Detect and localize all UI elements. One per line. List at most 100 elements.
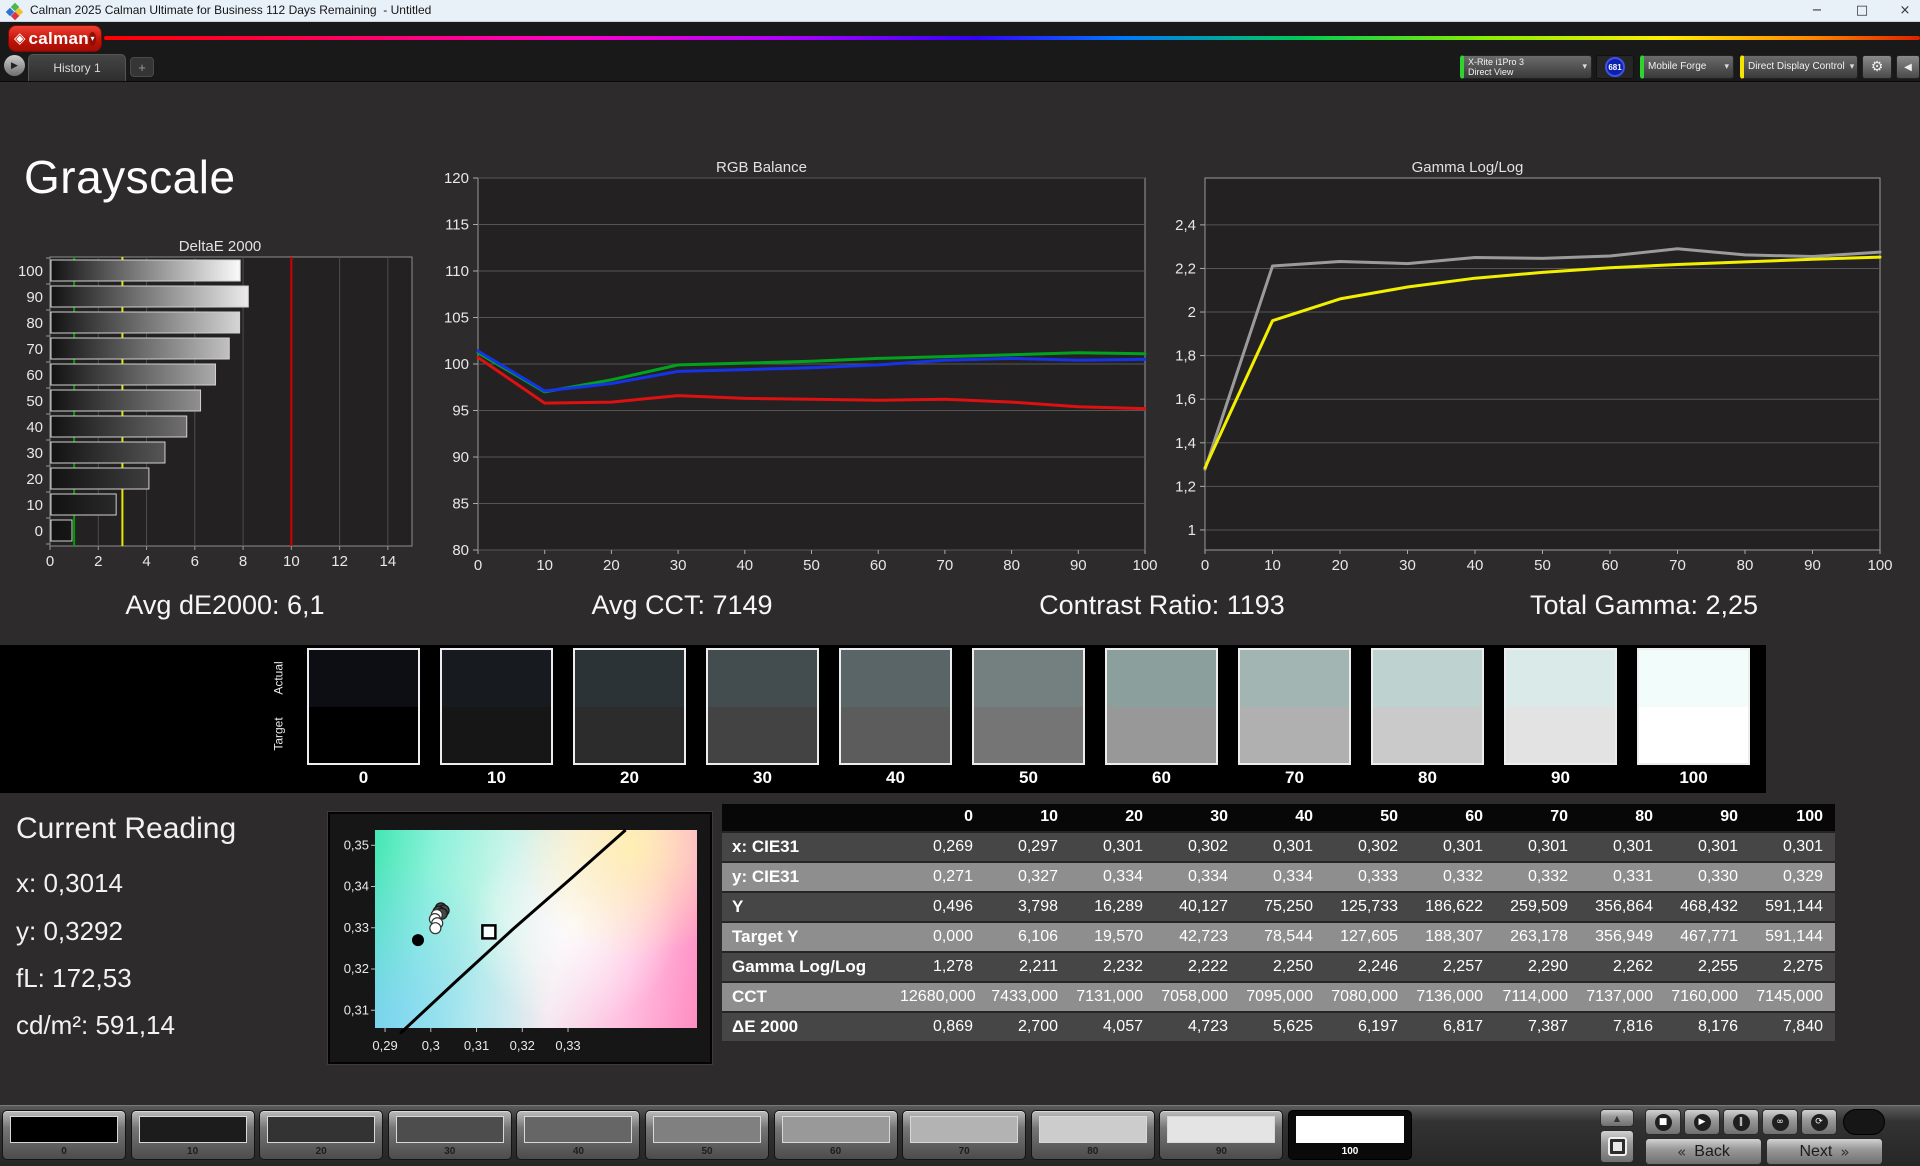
svg-text:10: 10 xyxy=(536,557,553,574)
swatch-actual xyxy=(974,650,1083,707)
cie-scatter-chart: 0,35 0,34 0,33 0,32 0,31 0,29 0,3 0,31 0,32 0,33 xyxy=(344,828,627,1053)
table-cell: 0,333 xyxy=(1357,868,1398,885)
table-column-header: 10 xyxy=(1040,808,1058,825)
table-cell: 0,302 xyxy=(1187,838,1228,855)
table-cell: 0,302 xyxy=(1357,838,1398,855)
back-label: Back xyxy=(1694,1142,1730,1160)
table-cell: 0,301 xyxy=(1272,838,1313,855)
calman-menu-button[interactable]: ◈ calman ▾ xyxy=(8,25,102,52)
source-label: Mobile Forge xyxy=(1648,61,1707,72)
continuous-read-button[interactable]: ∞ xyxy=(1762,1109,1798,1135)
patch-label: 90 xyxy=(1215,1146,1227,1157)
table-cell: 0,301 xyxy=(1442,838,1483,855)
meter-line-1: X-Rite i1Pro 3 xyxy=(1468,57,1525,67)
svg-text:95: 95 xyxy=(452,403,469,420)
maximize-button[interactable]: □ xyxy=(1845,1,1879,21)
swatch-actual xyxy=(1639,650,1748,707)
patch-button-60[interactable]: 60 xyxy=(773,1110,898,1160)
swatch-label: 70 xyxy=(1285,768,1304,787)
settings-button[interactable]: ⚙ xyxy=(1862,55,1892,79)
table-cell: 2,211 xyxy=(1019,958,1058,975)
tab-history-1[interactable]: History 1 xyxy=(28,54,126,81)
collapse-panel-button[interactable]: ◀ xyxy=(1896,55,1920,79)
patch-button-100[interactable]: 100 xyxy=(1288,1110,1412,1160)
play-button[interactable]: ▶ xyxy=(1684,1109,1720,1135)
meter-line-2: Direct View xyxy=(1468,67,1514,77)
deltae-chart-title: DeltaE 2000 xyxy=(178,238,262,255)
svg-text:100: 100 xyxy=(444,356,469,373)
swatch-label: 20 xyxy=(620,768,639,787)
patch-button-40[interactable]: 40 xyxy=(516,1110,641,1160)
swatch-label: 10 xyxy=(487,768,506,787)
close-button[interactable]: × xyxy=(1888,1,1920,21)
refresh-read-button[interactable]: ⟳ xyxy=(1801,1109,1837,1135)
patch-window-button[interactable] xyxy=(1600,1130,1634,1163)
deltae-bar-100 xyxy=(50,259,241,282)
svg-text:40: 40 xyxy=(736,557,753,574)
swatch-target xyxy=(974,707,1083,763)
back-button[interactable]: « Back xyxy=(1645,1138,1762,1165)
table-cell: 0,271 xyxy=(932,868,973,885)
table-cell: 125,733 xyxy=(1340,898,1398,915)
patch-button-30[interactable]: 30 xyxy=(387,1110,512,1160)
patch-button-80[interactable]: 80 xyxy=(1030,1110,1155,1160)
table-column-header: 70 xyxy=(1550,808,1568,825)
add-tab-button[interactable]: + xyxy=(130,57,154,77)
display-control-dropdown[interactable]: Direct Display Control ▾ xyxy=(1740,55,1858,79)
swatch-actual xyxy=(309,650,418,707)
next-label: Next xyxy=(1799,1142,1833,1160)
patch-label: 0 xyxy=(61,1146,67,1157)
table-cell: 16,289 xyxy=(1094,898,1143,915)
current-reading-fl: fL: 172,53 xyxy=(16,963,132,993)
table-cell: 591,144 xyxy=(1765,898,1823,915)
table-cell: 468,432 xyxy=(1680,898,1738,915)
stop-button[interactable]: ■ xyxy=(1645,1109,1681,1135)
step-read-button[interactable]: ‖ xyxy=(1723,1109,1759,1135)
svg-text:10: 10 xyxy=(283,553,300,570)
svg-text:0,31: 0,31 xyxy=(464,1038,489,1053)
svg-text:12: 12 xyxy=(331,553,348,570)
deltae-bar-chart: 10090807060504030201000 2 4 6 8 10 12 14 xyxy=(18,256,413,570)
current-reading-y: y: 0,3292 xyxy=(16,916,123,946)
patch-button-50[interactable]: 50 xyxy=(645,1110,769,1160)
svg-text:2: 2 xyxy=(94,553,102,570)
grayscale-swatch-20 xyxy=(573,648,686,765)
minimize-button[interactable]: − xyxy=(1800,1,1834,21)
table-corner-cell xyxy=(722,804,900,831)
stat-total-gamma: Total Gamma: 2,25 xyxy=(1529,590,1759,620)
meter-select-dropdown[interactable]: X-Rite i1Pro 3 Direct View ▾ xyxy=(1460,55,1592,79)
patch-button-0[interactable]: 0 xyxy=(2,1110,126,1160)
title-bar: Calman 2025 Calman Ultimate for Business… xyxy=(0,0,1920,22)
table-cell: 5,625 xyxy=(1272,1018,1313,1035)
table-row-label: ΔE 2000 xyxy=(732,1017,799,1036)
grayscale-swatch-10 xyxy=(440,648,553,765)
patch-button-10[interactable]: 10 xyxy=(130,1110,255,1160)
table-cell: 356,864 xyxy=(1595,898,1653,915)
table-cell: 0,334 xyxy=(1187,868,1228,885)
patch-button-70[interactable]: 70 xyxy=(902,1110,1027,1160)
swatch-actual xyxy=(841,650,950,707)
svg-text:2,2: 2,2 xyxy=(1175,260,1196,277)
svg-text:115: 115 xyxy=(445,217,469,234)
table-column-header: 40 xyxy=(1295,808,1313,825)
stat-avg-de2000: Avg dE2000: 6,1 xyxy=(125,590,325,620)
table-cell: 7433,000 xyxy=(991,988,1058,1005)
next-button[interactable]: Next » xyxy=(1766,1138,1883,1165)
svg-text:70: 70 xyxy=(937,557,954,574)
expand-panel-button[interactable]: ▲ xyxy=(1600,1109,1634,1127)
table-cell: 591,144 xyxy=(1765,928,1823,945)
table-cell: 0,332 xyxy=(1527,868,1568,885)
swatch-label: 90 xyxy=(1551,768,1570,787)
patch-label: 80 xyxy=(1087,1146,1099,1157)
tab-scroll-button[interactable]: ▶ xyxy=(4,55,25,76)
table-cell: 78,544 xyxy=(1264,928,1313,945)
patch-button-20[interactable]: 20 xyxy=(259,1110,384,1160)
source-select-dropdown[interactable]: Mobile Forge ▾ xyxy=(1640,55,1734,79)
next-chevron-icon: » xyxy=(1840,1142,1850,1161)
table-cell: 12680,000 xyxy=(900,988,976,1005)
table-row-cct: CCT 12680,000 7433,000 7131,000 7058,000 7095… xyxy=(722,981,1835,1011)
svg-text:120: 120 xyxy=(444,170,469,187)
table-cell: 2,275 xyxy=(1782,958,1823,975)
stop-icon: ■ xyxy=(1654,1113,1672,1131)
patch-button-90[interactable]: 90 xyxy=(1159,1110,1284,1160)
